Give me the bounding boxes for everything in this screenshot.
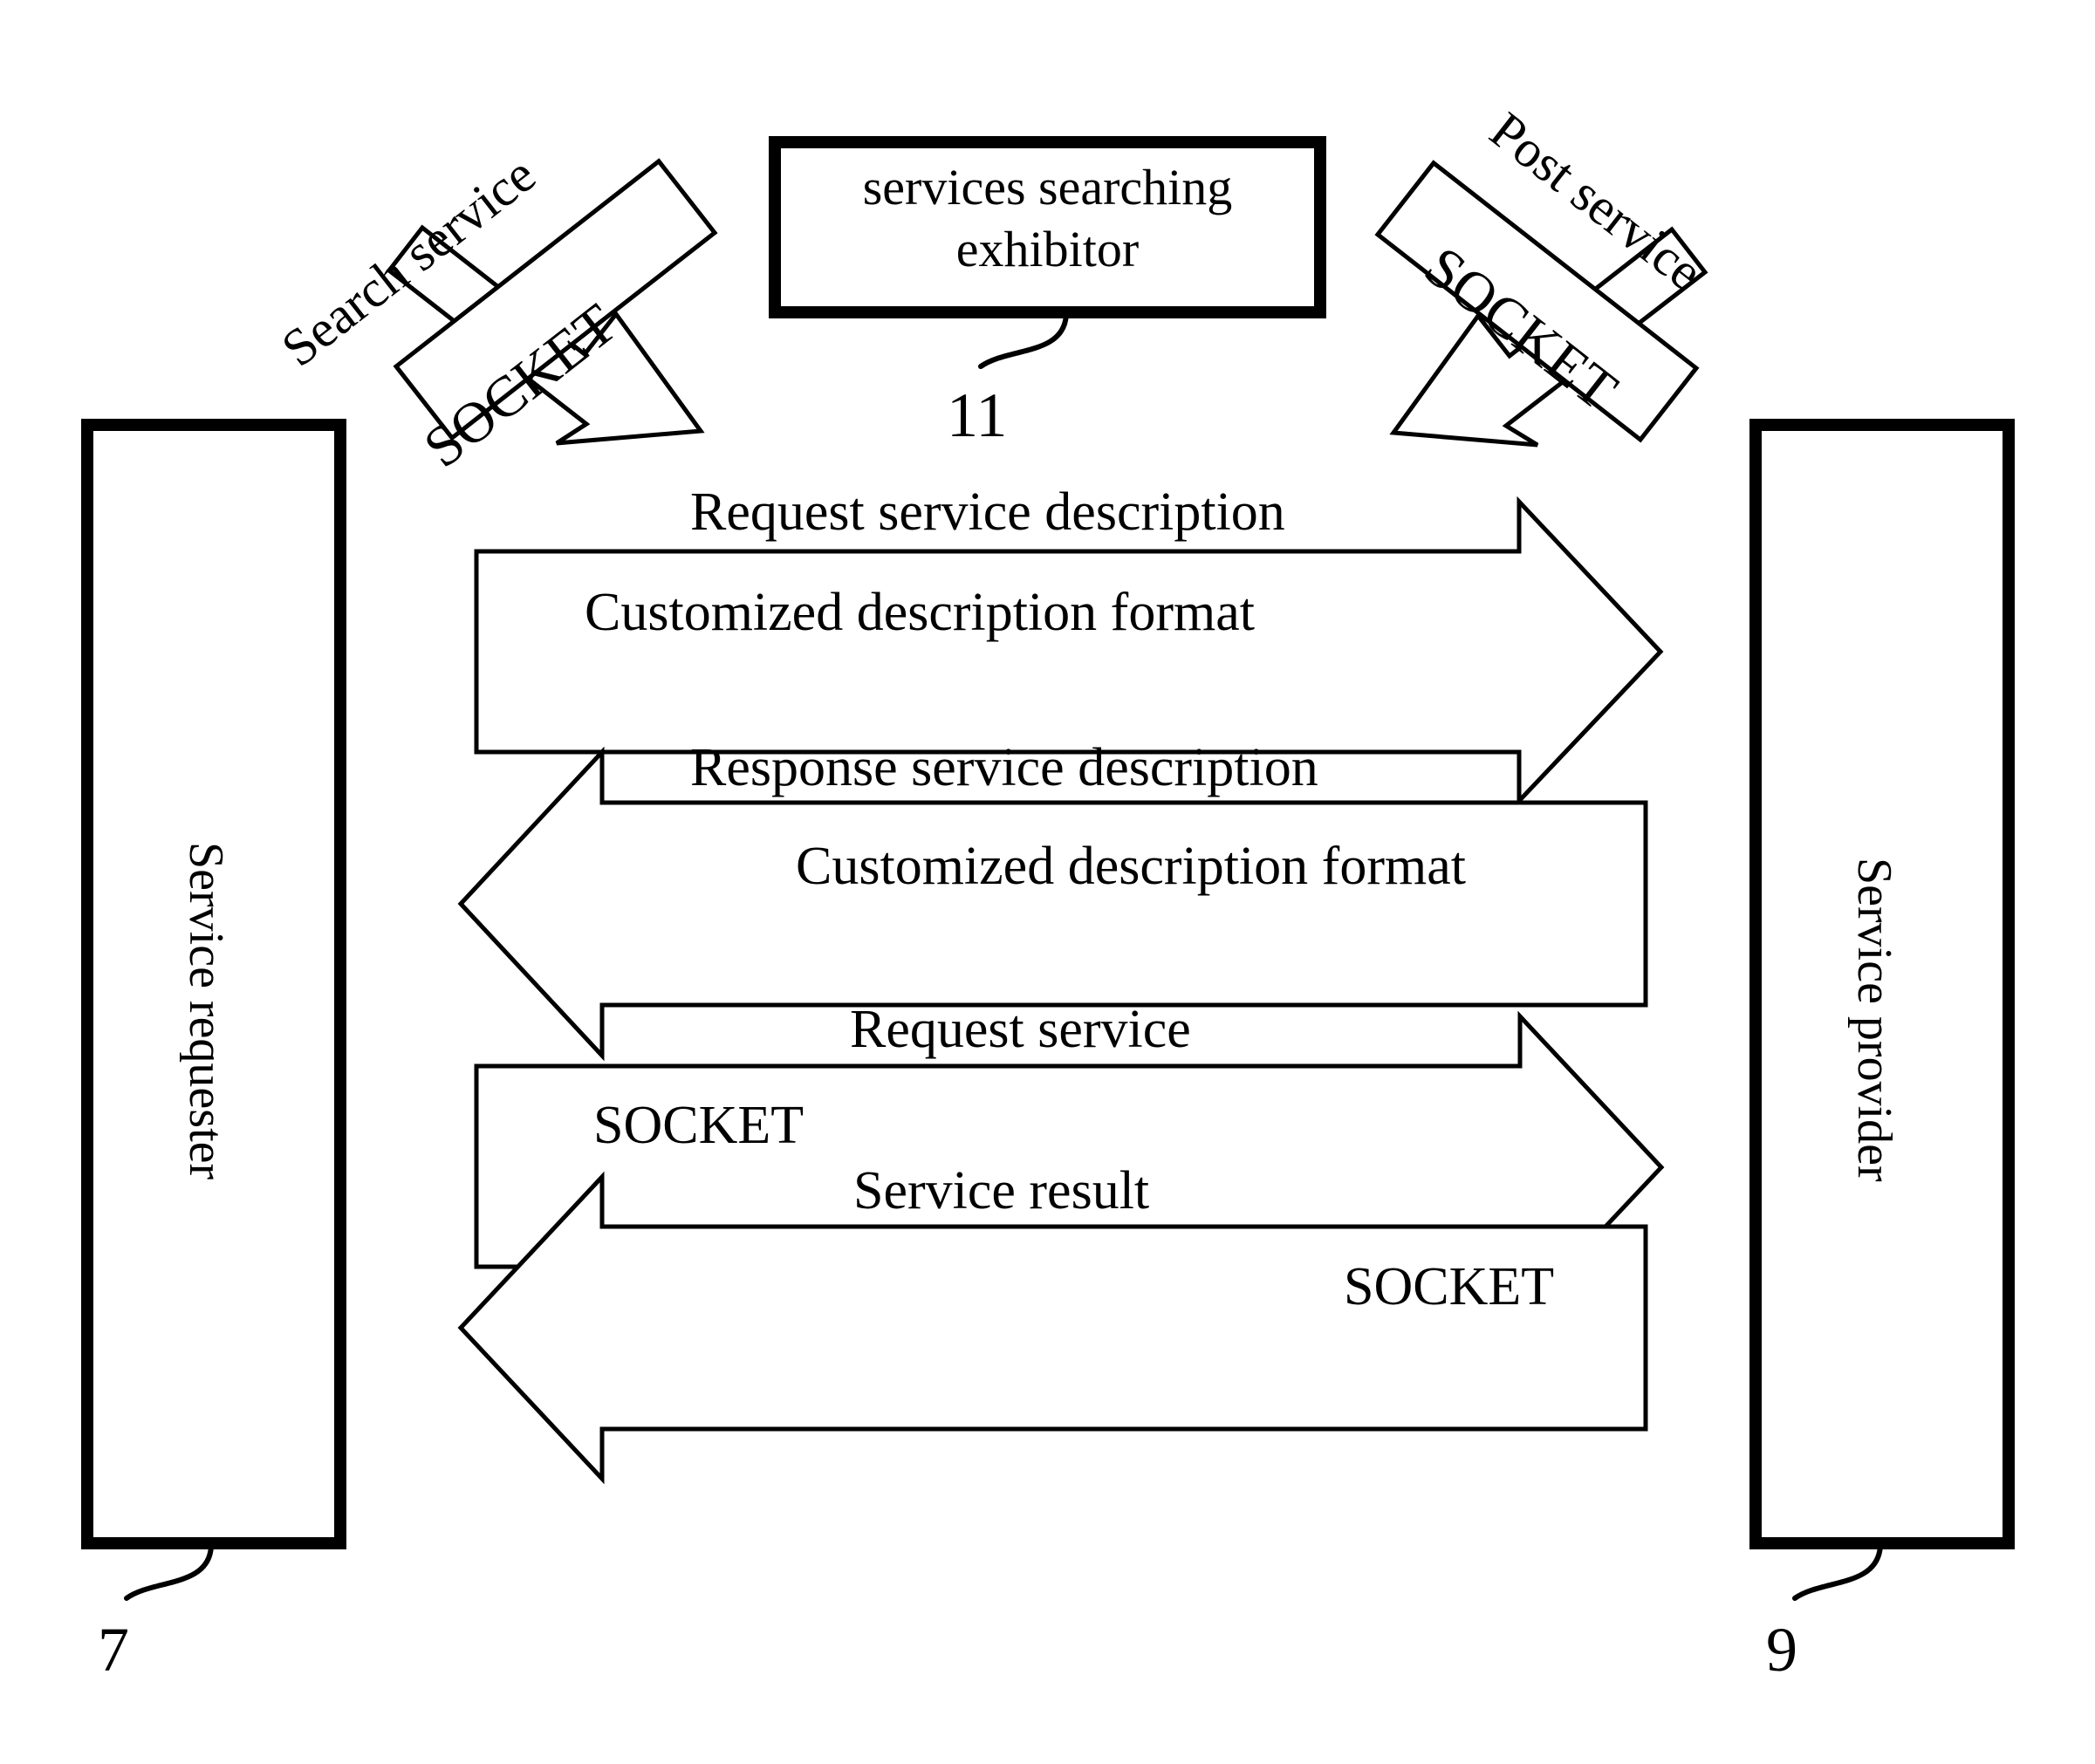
leader-line-11 — [978, 311, 1069, 369]
service-provider-label: Service provider — [1847, 858, 1901, 1182]
service-result-body: SOCKET — [1344, 1257, 1555, 1316]
request-service-body: SOCKET — [593, 1096, 804, 1155]
service-result-title: Service result — [853, 1161, 1150, 1220]
request-service-description-body: Customized description format — [585, 583, 1255, 642]
ref-number-11: 11 — [947, 380, 1008, 450]
ref-number-7: 7 — [98, 1615, 129, 1685]
request-service-description-title: Request service description — [690, 482, 1285, 542]
request-service-title: Request service — [850, 1000, 1191, 1059]
leader-line-9 — [1792, 1543, 1883, 1601]
ref-number-9: 9 — [1766, 1615, 1797, 1685]
response-service-description-body: Customized description format — [796, 837, 1466, 896]
service-requester-label: Service requester — [179, 842, 233, 1180]
response-service-description-title: Response service description — [690, 738, 1318, 797]
patent-figure: Service requester Service provider servi… — [0, 0, 2095, 1764]
services-searching-exhibitor-label: services searching exhibitor — [862, 159, 1233, 277]
leader-line-7 — [124, 1543, 214, 1601]
